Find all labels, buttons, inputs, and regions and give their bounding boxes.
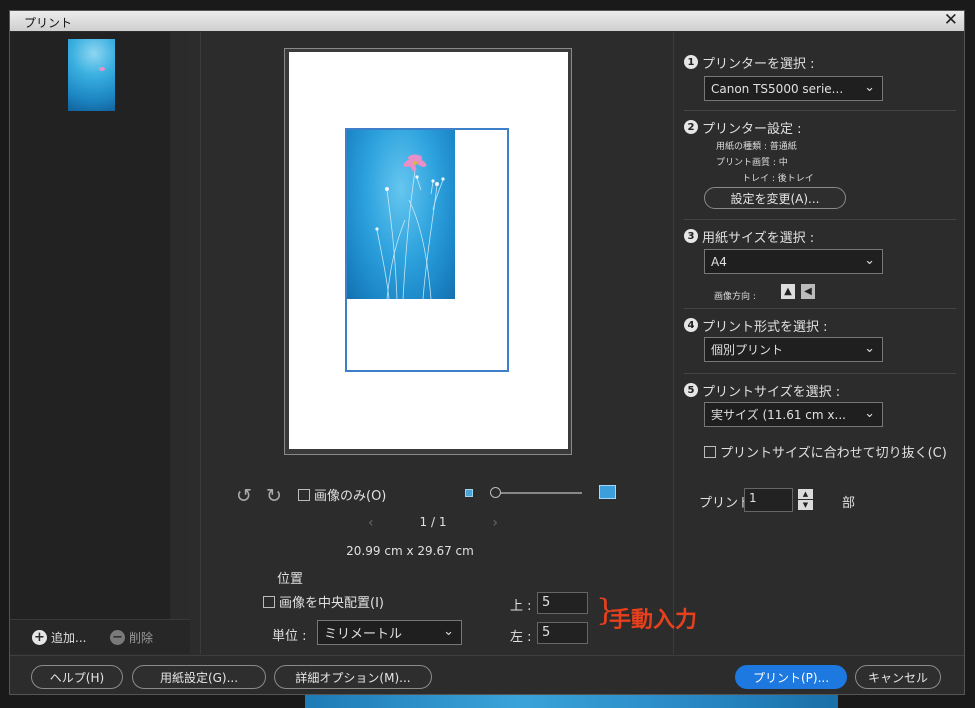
help-button[interactable]: ヘルプ(H) (31, 665, 123, 689)
tray-info: トレイ : 後トレイ (742, 174, 814, 184)
zoom-slider[interactable] (490, 492, 582, 494)
add-label: 追加... (51, 631, 87, 645)
chevron-down-icon: ⌄ (864, 341, 875, 356)
chevron-down-icon: ⌄ (864, 80, 875, 95)
paper-size-label: 用紙サイズを選択 : (702, 231, 815, 246)
change-settings-button[interactable]: 設定を変更(A)... (704, 187, 846, 209)
page-setup-button[interactable]: 用紙設定(G)... (132, 665, 266, 689)
title-bar: プリント ✕ (10, 10, 964, 31)
paper-size-select[interactable]: A4 ⌄ (704, 249, 883, 274)
window-title: プリント (24, 16, 73, 30)
minus-icon: − (110, 630, 125, 645)
print-type-select[interactable]: 個別プリント ⌄ (704, 337, 883, 362)
print-type-section: 4 プリント形式を選択 : 個別プリント ⌄ (684, 309, 956, 374)
page-navigator: ‹ 1 / 1 › (368, 515, 498, 531)
portrait-orientation-icon[interactable]: ▲ (781, 284, 795, 299)
unit-value: ミリメートル (324, 627, 403, 642)
thumbnail[interactable] (68, 39, 115, 111)
photo-preview[interactable] (347, 130, 455, 299)
divider (200, 32, 201, 654)
filmstrip (10, 32, 190, 619)
decrement-icon[interactable]: ▼ (798, 500, 813, 510)
printer-value: Canon TS5000 serie... (711, 81, 844, 96)
zoom-small-icon[interactable] (465, 489, 473, 497)
add-button[interactable]: + 追加... (32, 629, 86, 646)
print-size-value: 実サイズ (11.61 cm x... (711, 408, 846, 422)
more-options-button[interactable]: 詳細オプション(M)... (274, 665, 432, 689)
next-page-icon[interactable]: › (492, 515, 498, 531)
left-label: 左 : (510, 630, 532, 645)
step-number: 5 (684, 383, 698, 397)
print-area[interactable] (345, 128, 509, 372)
print-size-label: プリントサイズを選択 : (702, 385, 841, 400)
divider (673, 32, 674, 654)
print-button[interactable]: プリント(P)... (735, 665, 847, 689)
paper-dimensions: 20.99 cm x 29.67 cm (346, 544, 474, 558)
top-label: 上 : (510, 599, 532, 614)
filmstrip-footer: + 追加... − 削除 (10, 619, 190, 654)
unit-label: 単位 : (272, 629, 307, 644)
annotation-text: 手動入力 (609, 608, 698, 633)
zoom-large-icon[interactable] (599, 485, 616, 499)
step-number: 4 (684, 318, 698, 332)
print-type-value: 個別プリント (711, 343, 784, 357)
print-quality-info: プリント画質 : 中 (716, 158, 788, 168)
crop-to-fit-checkbox[interactable]: プリントサイズに合わせて切り抜く(C) (704, 442, 947, 461)
printer-select[interactable]: Canon TS5000 serie... ⌄ (704, 76, 883, 101)
center-image-label: 画像を中央配置(I) (279, 596, 384, 611)
background-photo (305, 694, 838, 708)
page-indicator: 1 / 1 (419, 515, 447, 529)
flower (99, 67, 105, 71)
rotate-left-icon[interactable]: ↺ (236, 485, 252, 507)
filmstrip-scrollbar[interactable] (170, 32, 190, 619)
chevron-down-icon: ⌄ (864, 406, 875, 421)
landscape-orientation-icon[interactable]: ◀ (801, 284, 815, 299)
print-dialog: プリント ✕ + 追加... − 削除 ↺ ↻ 画像のみ(O) ‹ 1 / 1 … (9, 10, 965, 695)
plus-icon: + (32, 630, 47, 645)
center-image-checkbox[interactable]: 画像を中央配置(I) (263, 592, 384, 611)
checkbox-icon[interactable] (704, 445, 716, 458)
flower-photo (375, 154, 445, 299)
step-number: 2 (684, 120, 698, 134)
print-type-label: プリント形式を選択 : (702, 320, 828, 335)
image-only-checkbox[interactable]: 画像のみ(O) (298, 485, 386, 504)
printer-settings-section: 2 プリンター設定 : 用紙の種類 : 普通紙 プリント画質 : 中 トレイ :… (684, 111, 956, 220)
close-icon[interactable]: ✕ (944, 10, 958, 30)
paper-size-section: 3 用紙サイズを選択 : A4 ⌄ 画像方向 : ▲ ◀ (684, 220, 956, 309)
printer-settings-label: プリンター設定 : (702, 122, 802, 137)
print-size-select[interactable]: 実サイズ (11.61 cm x... ⌄ (704, 402, 883, 427)
chevron-down-icon: ⌄ (864, 253, 875, 268)
increment-icon[interactable]: ▲ (798, 489, 813, 499)
divider (10, 655, 964, 656)
printer-section: 1 プリンターを選択 : Canon TS5000 serie... ⌄ (684, 43, 956, 111)
left-offset-input[interactable]: 5 (537, 622, 588, 644)
copies-unit: 部 (842, 496, 856, 511)
checkbox-icon[interactable] (263, 595, 275, 608)
position-heading: 位置 (277, 572, 304, 587)
page-preview (284, 48, 572, 455)
top-offset-input[interactable]: 5 (537, 592, 588, 614)
orientation-label: 画像方向 : (714, 292, 756, 302)
chevron-down-icon: ⌄ (443, 624, 454, 639)
copies-input[interactable]: 1 (744, 488, 793, 512)
remove-label: 削除 (129, 631, 154, 645)
paper-size-value: A4 (711, 254, 727, 269)
printer-label: プリンターを選択 : (702, 57, 815, 72)
print-size-section: 5 プリントサイズを選択 : 実サイズ (11.61 cm x... ⌄ (684, 374, 956, 434)
image-only-label: 画像のみ(O) (314, 489, 387, 504)
cancel-button[interactable]: キャンセル (855, 665, 941, 689)
step-number: 1 (684, 55, 698, 69)
step-number: 3 (684, 229, 698, 243)
prev-page-icon[interactable]: ‹ (368, 515, 374, 531)
paper (289, 52, 568, 449)
crop-to-fit-label: プリントサイズに合わせて切り抜く(C) (720, 446, 947, 461)
paper-type-info: 用紙の種類 : 普通紙 (716, 142, 797, 152)
rotate-right-icon[interactable]: ↻ (266, 485, 282, 507)
unit-select[interactable]: ミリメートル ⌄ (317, 620, 462, 645)
zoom-slider-handle[interactable] (490, 487, 501, 498)
checkbox-icon[interactable] (298, 488, 310, 501)
remove-button[interactable]: − 削除 (110, 629, 153, 646)
